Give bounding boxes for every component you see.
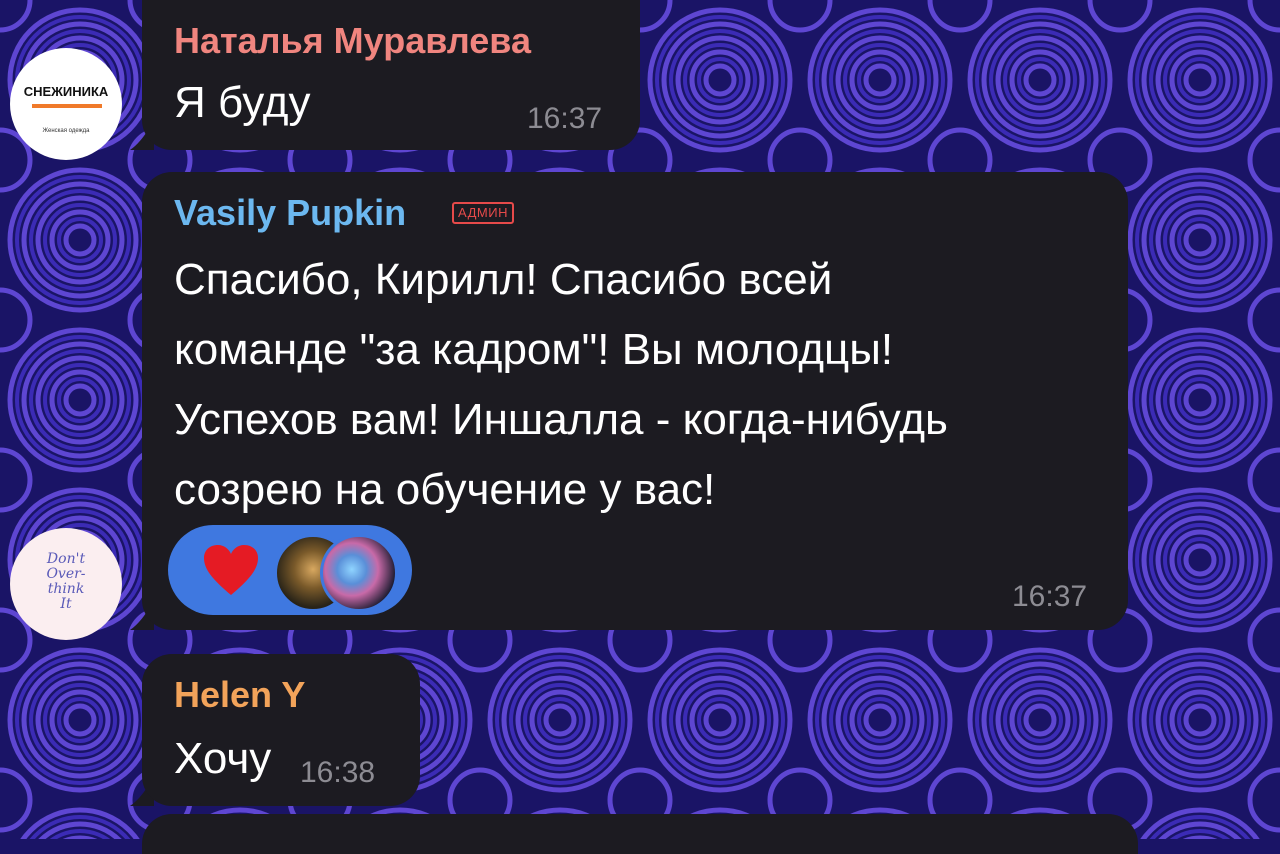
sender-name[interactable]: Helen Y bbox=[174, 674, 305, 716]
avatar-title: СНЕЖИНИКА bbox=[23, 84, 109, 99]
message-bubble[interactable]: Helen Y Хочу 16:38 bbox=[142, 654, 420, 806]
avatar-underline bbox=[32, 104, 102, 108]
avatar-subtitle: Женская одежда bbox=[42, 128, 90, 134]
admin-badge: АДМИН bbox=[452, 202, 514, 224]
message-text: Я буду bbox=[174, 78, 311, 127]
message-bubble[interactable]: Наталья Муравлева Я буду 16:37 bbox=[142, 0, 640, 150]
reactor-avatar[interactable] bbox=[320, 534, 398, 612]
sender-name[interactable]: Наталья Муравлева bbox=[174, 20, 531, 62]
heart-icon bbox=[204, 545, 258, 595]
message-time: 16:37 bbox=[527, 102, 603, 135]
avatar-script-text: Don't Over- think It bbox=[46, 551, 86, 612]
message-text: Спасибо, Кирилл! Спасибо всей команде "з… bbox=[174, 255, 948, 514]
reaction-pill[interactable] bbox=[168, 525, 412, 615]
avatar-snezhinika[interactable]: СНЕЖИНИКА Женская одежда bbox=[10, 48, 122, 160]
avatar-dont-overthink[interactable]: Don't Over- think It bbox=[10, 528, 122, 640]
message-bubble-partial[interactable] bbox=[142, 814, 1138, 854]
message-text: Хочу bbox=[174, 734, 272, 783]
sender-name[interactable]: Vasily Pupkin bbox=[174, 192, 406, 234]
message-time: 16:37 bbox=[1012, 580, 1088, 613]
message-time: 16:38 bbox=[300, 756, 376, 789]
